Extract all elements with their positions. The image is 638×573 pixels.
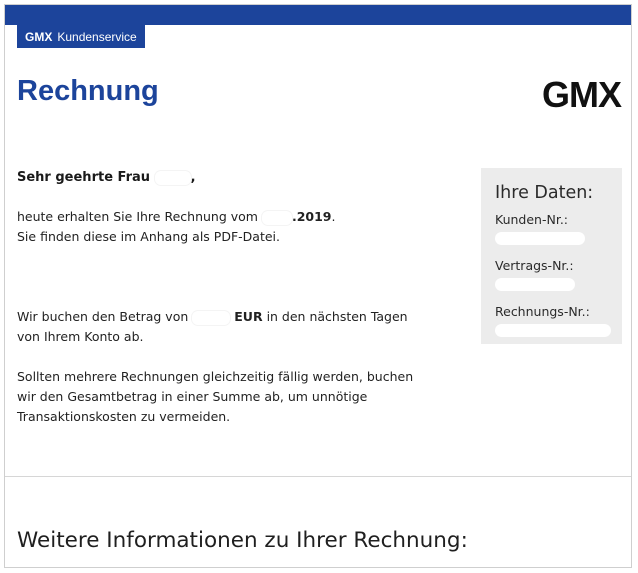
invoice-date-year: .2019 xyxy=(291,209,332,224)
invoice-date-end: . xyxy=(331,209,336,224)
contract-number-value xyxy=(495,278,575,291)
greeting-prefix: Sehr geehrte Frau xyxy=(17,170,151,185)
amount-line: Wir buchen den Betrag von EUR in den näc… xyxy=(17,307,408,327)
email-frame: GMX Kundenservice Rechnung GMX Sehr geeh… xyxy=(4,4,632,568)
amount-line-2: von Ihrem Konto ab. xyxy=(17,329,144,344)
greeting-suffix: , xyxy=(190,170,196,185)
amount-currency: EUR xyxy=(234,309,263,324)
customer-number-label: Kunden-Nr.: xyxy=(495,212,569,227)
multi-invoice-line-2: wir den Gesamtbetrag in einer Summe ab, … xyxy=(17,389,368,404)
customer-number-value xyxy=(495,232,585,245)
multi-invoice-line-3: Transaktionskosten zu vermeiden. xyxy=(17,409,231,424)
greeting: Sehr geehrte Frau , xyxy=(17,169,196,187)
badge-text: Kundenservice xyxy=(57,29,137,44)
invoice-intro-paragraph: heute erhalten Sie Ihre Rechnung vom .20… xyxy=(17,207,335,247)
redacted-date xyxy=(261,210,292,225)
brand-top-bar xyxy=(5,5,631,25)
invoice-date-prefix: heute erhalten Sie Ihre Rechnung vom xyxy=(17,209,258,224)
badge-brand: GMX xyxy=(25,29,53,44)
amount-suffix: in den nächsten Tagen xyxy=(266,309,408,324)
multi-invoice-paragraph: Sollten mehrere Rechnungen gleichzeitig … xyxy=(17,367,413,427)
page-title: Rechnung xyxy=(17,75,159,107)
pdf-attachment-line: Sie finden diese im Anhang als PDF-Datei… xyxy=(17,229,280,244)
redacted-name xyxy=(154,170,191,185)
gmx-logo: GMX xyxy=(541,74,622,115)
section-divider xyxy=(5,476,631,477)
invoice-date-line: heute erhalten Sie Ihre Rechnung vom .20… xyxy=(17,207,335,227)
more-info-heading: Weitere Informationen zu Ihrer Rechnung: xyxy=(17,528,468,553)
invoice-number-value xyxy=(495,324,611,337)
invoice-number-label: Rechnungs-Nr.: xyxy=(495,304,590,319)
kundenservice-badge: GMX Kundenservice xyxy=(17,25,145,48)
multi-invoice-line-1: Sollten mehrere Rechnungen gleichzeitig … xyxy=(17,369,414,384)
data-box-title: Ihre Daten: xyxy=(495,183,594,203)
amount-prefix: Wir buchen den Betrag von xyxy=(17,309,189,324)
amount-paragraph: Wir buchen den Betrag von EUR in den näc… xyxy=(17,307,408,347)
contract-number-label: Vertrags-Nr.: xyxy=(495,258,574,273)
redacted-amount xyxy=(192,310,231,325)
customer-data-box: Ihre Daten: Kunden-Nr.: Vertrags-Nr.: Re… xyxy=(481,168,622,344)
